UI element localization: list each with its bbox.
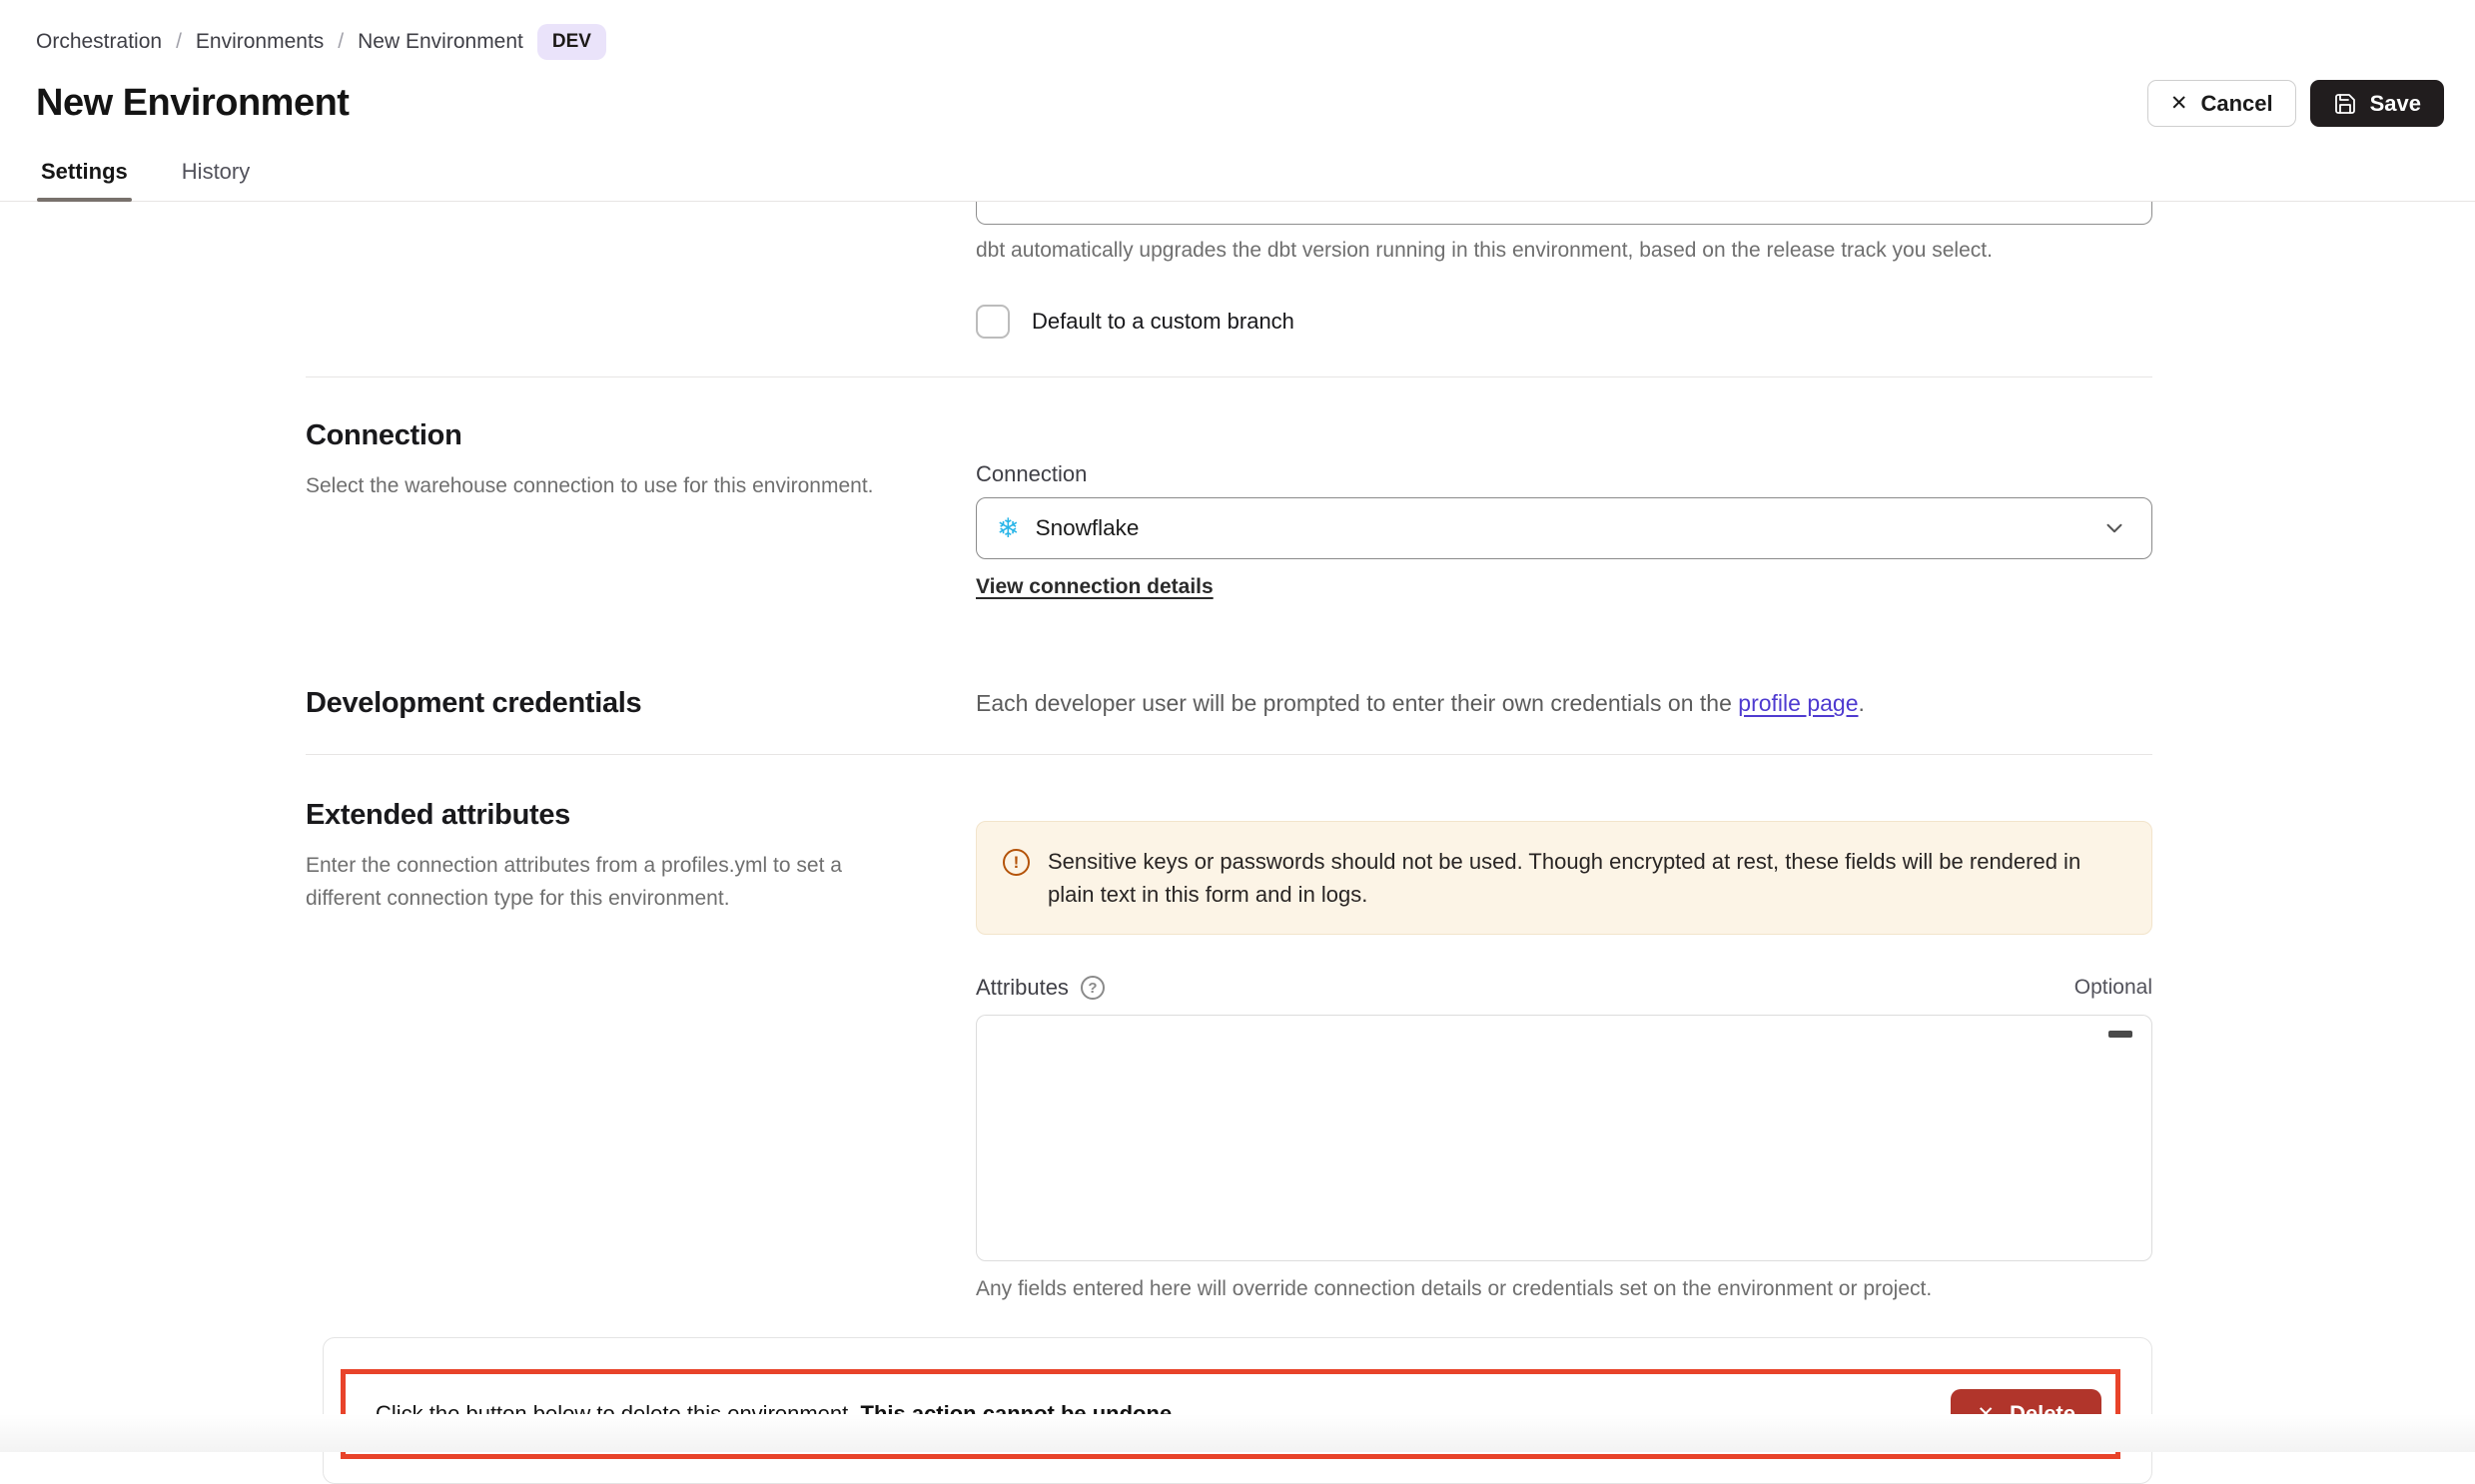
cancel-button-label: Cancel bbox=[2200, 91, 2272, 117]
attributes-editor-wrap bbox=[976, 1015, 2152, 1261]
extended-attributes-description: Enter the connection attributes from a p… bbox=[306, 850, 905, 915]
save-button[interactable]: Save bbox=[2310, 80, 2444, 127]
collapse-icon[interactable] bbox=[2108, 1031, 2132, 1038]
release-track-input-partial[interactable] bbox=[976, 202, 2152, 225]
delete-text-normal: Click the button below to delete this en… bbox=[376, 1401, 861, 1426]
save-icon bbox=[2333, 92, 2357, 116]
connection-select[interactable]: ❄ Snowflake bbox=[976, 497, 2152, 559]
profile-page-link[interactable]: profile page bbox=[1738, 690, 1858, 716]
delete-button-label: Delete bbox=[2010, 1401, 2075, 1427]
breadcrumb-orchestration[interactable]: Orchestration bbox=[36, 30, 162, 54]
title-row: New Environment ✕ Cancel Save bbox=[36, 80, 2444, 127]
development-credentials-section: Development credentials Each developer u… bbox=[306, 687, 2152, 720]
breadcrumb-separator: / bbox=[338, 30, 344, 54]
devcred-text-after: . bbox=[1858, 690, 1864, 716]
development-credentials-left: Development credentials bbox=[306, 687, 976, 720]
devcred-text-before: Each developer user will be prompted to … bbox=[976, 690, 1738, 716]
connection-section-left: Connection Select the warehouse connecti… bbox=[306, 419, 976, 599]
connection-section: Connection Select the warehouse connecti… bbox=[306, 377, 2152, 599]
custom-branch-label[interactable]: Default to a custom branch bbox=[1032, 309, 1294, 335]
tab-bar: Settings History bbox=[0, 151, 2475, 202]
connection-field-label: Connection bbox=[976, 461, 2152, 487]
chevron-down-icon bbox=[2101, 515, 2127, 541]
sensitive-keys-warning: ! Sensitive keys or passwords should not… bbox=[976, 821, 2152, 935]
attributes-editor[interactable] bbox=[976, 1015, 2152, 1261]
breadcrumb-new-environment: New Environment bbox=[358, 30, 523, 54]
close-icon: ✕ bbox=[1977, 1404, 1995, 1425]
help-icon[interactable]: ? bbox=[1081, 976, 1105, 1000]
attributes-field-label: Attributes bbox=[976, 975, 1069, 1001]
header-actions: ✕ Cancel Save bbox=[2147, 80, 2444, 127]
danger-zone-card: Click the button below to delete this en… bbox=[323, 1337, 2152, 1484]
page-title: New Environment bbox=[36, 82, 349, 125]
optional-label: Optional bbox=[2074, 976, 2152, 1000]
attributes-label-group: Attributes ? bbox=[976, 975, 1105, 1001]
tab-history[interactable]: History bbox=[178, 151, 254, 201]
env-type-badge: DEV bbox=[537, 24, 606, 60]
extended-attributes-section: Extended attributes Enter the connection… bbox=[306, 755, 2152, 1301]
breadcrumb: Orchestration / Environments / New Envir… bbox=[36, 24, 2444, 60]
cancel-button[interactable]: ✕ Cancel bbox=[2147, 80, 2296, 127]
page-header: Orchestration / Environments / New Envir… bbox=[0, 0, 2475, 127]
view-connection-details-link[interactable]: View connection details bbox=[976, 575, 1214, 599]
release-track-helper: dbt automatically upgrades the dbt versi… bbox=[976, 239, 2152, 263]
custom-branch-checkbox[interactable] bbox=[976, 305, 1010, 339]
connection-section-description: Select the warehouse connection to use f… bbox=[306, 470, 905, 503]
connection-selected-value: Snowflake bbox=[1036, 515, 1140, 541]
custom-branch-row: Default to a custom branch bbox=[976, 305, 2152, 339]
breadcrumb-environments[interactable]: Environments bbox=[196, 30, 324, 54]
development-credentials-title: Development credentials bbox=[306, 687, 976, 720]
tab-settings[interactable]: Settings bbox=[37, 151, 132, 201]
attributes-header-row: Attributes ? Optional bbox=[976, 975, 2152, 1001]
attributes-helper: Any fields entered here will override co… bbox=[976, 1277, 2152, 1301]
breadcrumb-separator: / bbox=[176, 30, 182, 54]
save-button-label: Save bbox=[2370, 91, 2421, 117]
connection-section-right: Connection ❄ Snowflake View connection d… bbox=[976, 419, 2152, 599]
development-credentials-text: Each developer user will be prompted to … bbox=[976, 687, 2152, 720]
connection-section-title: Connection bbox=[306, 419, 976, 452]
warning-text: Sensitive keys or passwords should not b… bbox=[1048, 845, 2125, 911]
close-icon: ✕ bbox=[2170, 93, 2188, 114]
snowflake-icon: ❄ bbox=[997, 515, 1020, 542]
delete-button[interactable]: ✕ Delete bbox=[1951, 1389, 2101, 1439]
alert-icon: ! bbox=[1003, 849, 1030, 876]
delete-environment-text: Click the button below to delete this en… bbox=[376, 1401, 1178, 1427]
extended-attributes-title: Extended attributes bbox=[306, 799, 976, 832]
delete-environment-row: Click the button below to delete this en… bbox=[341, 1369, 2120, 1459]
extended-attributes-left: Extended attributes Enter the connection… bbox=[306, 799, 976, 1301]
delete-text-bold: This action cannot be undone. bbox=[861, 1401, 1179, 1426]
settings-form: dbt automatically upgrades the dbt versi… bbox=[306, 202, 2152, 1484]
extended-attributes-right: ! Sensitive keys or passwords should not… bbox=[976, 799, 2152, 1301]
